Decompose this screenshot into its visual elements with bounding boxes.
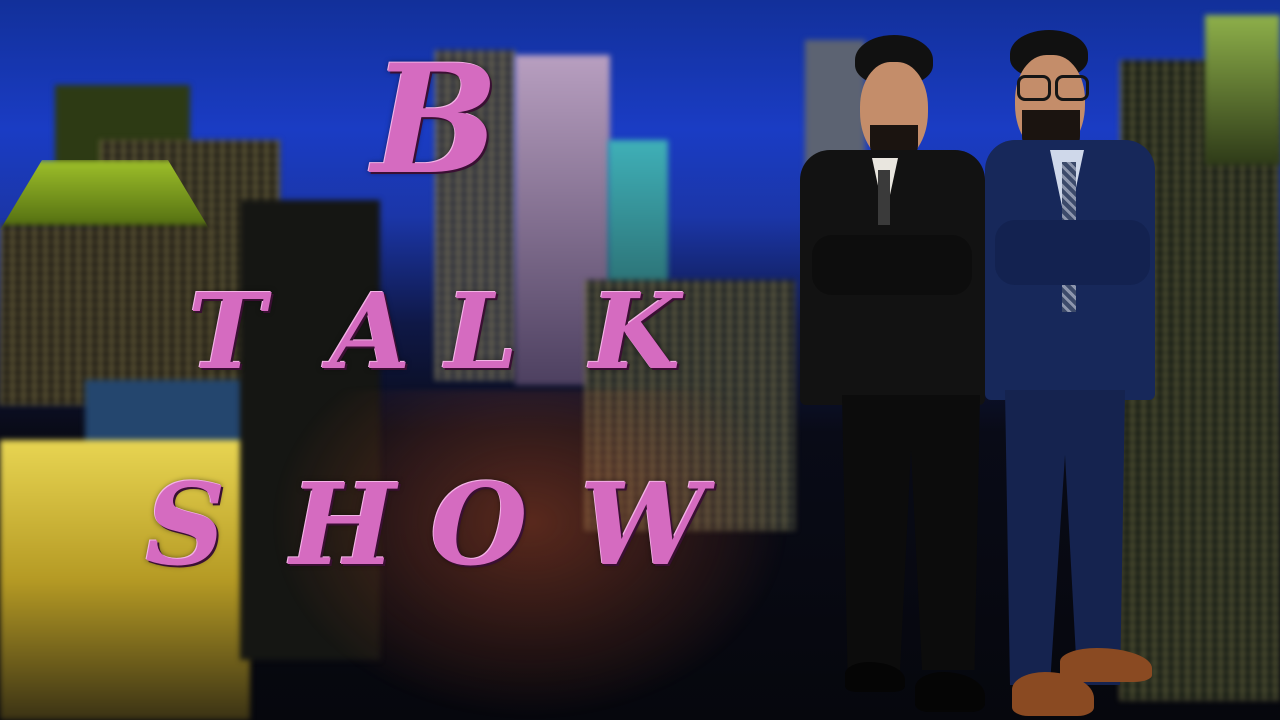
title-letter: O: [430, 460, 528, 591]
title-letter: W: [580, 460, 706, 591]
building: [0, 225, 215, 405]
glasses-icon: [1017, 75, 1051, 101]
title-letter: K: [590, 270, 681, 393]
crossed-arms: [812, 235, 972, 295]
title-letter: L: [445, 270, 519, 393]
title-letter: H: [290, 460, 396, 591]
building: [1205, 15, 1280, 165]
title-letter: S: [145, 460, 226, 591]
title-letter: A: [330, 270, 411, 393]
title-letter: T: [188, 270, 266, 393]
thumbnail-scene: B T A L K S H O W: [0, 0, 1280, 720]
crossed-arms: [995, 220, 1150, 285]
title-letter-b: B: [372, 32, 499, 208]
tie: [878, 170, 890, 225]
glasses-icon: [1055, 75, 1089, 101]
